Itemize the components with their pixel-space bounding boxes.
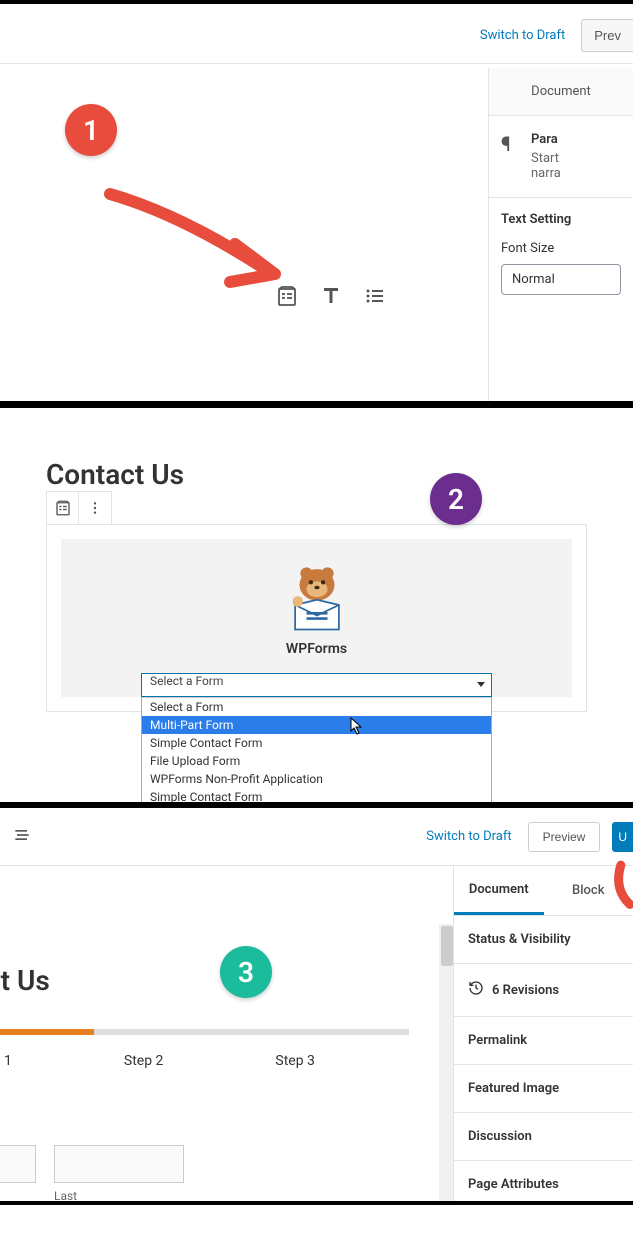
form-dropdown-list: Select a FormMulti-Part FormSimple Conta…	[141, 697, 492, 805]
progress-fill	[0, 1029, 94, 1035]
document-sidebar: Document Block Status & Visibility 6 Rev…	[453, 866, 633, 1205]
form-step-1[interactable]: 1	[4, 1053, 12, 1069]
text-block-icon[interactable]	[319, 284, 343, 308]
panel-1: Switch to Draft Prev Document ¶ Para Sta…	[0, 0, 633, 405]
chevron-down-icon	[477, 682, 485, 687]
block-sidebar: Document ¶ Para Start narra Text Setting…	[488, 68, 633, 405]
paragraph-title: Para	[531, 132, 561, 147]
switch-to-draft-link[interactable]: Switch to Draft	[480, 28, 565, 43]
dropdown-option[interactable]: Simple Contact Form	[142, 788, 491, 805]
page-title: ct Us	[0, 964, 413, 997]
name-fields: Last	[0, 1145, 413, 1203]
panel-3: Switch to Draft Preview U 3 ct Us 1 Step…	[0, 805, 633, 1205]
scrollbar-thumb[interactable]	[441, 926, 453, 966]
panel-2-inner: Contact Us	[0, 408, 633, 712]
preview-button[interactable]: Preview	[528, 822, 601, 852]
form-step-3[interactable]: Step 3	[275, 1053, 315, 1069]
editor-top-bar: Switch to Draft Preview U	[0, 808, 633, 866]
tab-document[interactable]: Document	[454, 866, 544, 915]
first-name-input[interactable]	[0, 1145, 36, 1183]
paragraph-desc-2: narra	[531, 166, 561, 181]
revisions-label: 6 Revisions	[492, 983, 559, 998]
scrollbar[interactable]	[439, 924, 453, 1205]
paragraph-info: ¶ Para Start narra	[489, 116, 633, 198]
block-navigation-icon[interactable]	[12, 825, 32, 849]
page-title: Contact Us	[46, 458, 587, 491]
step-badge-3: 3	[220, 946, 272, 998]
sidebar-permalink[interactable]: Permalink	[454, 1017, 633, 1065]
document-tab[interactable]: Document	[489, 68, 633, 116]
sidebar-page-attributes[interactable]: Page Attributes	[454, 1161, 633, 1205]
sidebar-status-visibility[interactable]: Status & Visibility	[454, 916, 633, 964]
paragraph-desc-1: Start	[531, 151, 561, 166]
top-bar-left	[12, 825, 32, 849]
step-badge-1: 1	[65, 104, 117, 156]
dropdown-option[interactable]: Select a Form	[142, 698, 491, 716]
wpforms-brand-label: WPForms	[61, 641, 572, 657]
text-settings-title: Text Setting	[501, 212, 621, 227]
text-settings-panel: Text Setting Font Size Normal	[489, 198, 633, 309]
more-options-icon[interactable]	[79, 491, 111, 525]
dropdown-option[interactable]: Multi-Part Form	[142, 716, 491, 734]
wpforms-block-body: WPForms Select a Form Select a FormMulti…	[61, 539, 572, 697]
top-bar-right: Switch to Draft Preview U	[426, 822, 633, 852]
form-select-wrap: Select a Form Select a FormMulti-Part Fo…	[141, 673, 492, 697]
sidebar-revisions[interactable]: 6 Revisions	[454, 964, 633, 1017]
sidebar-discussion[interactable]: Discussion	[454, 1113, 633, 1161]
sidebar-featured-image[interactable]: Featured Image	[454, 1065, 633, 1113]
step-badge-2: 2	[430, 473, 482, 525]
form-progress-bar	[0, 1029, 409, 1035]
last-name-label: Last	[54, 1189, 184, 1203]
last-name-input[interactable]	[54, 1145, 184, 1183]
history-icon	[468, 980, 484, 1000]
first-name-wrap	[0, 1145, 36, 1203]
annotation-arrow	[100, 154, 300, 294]
font-size-select[interactable]: Normal	[501, 264, 621, 295]
update-button[interactable]: U	[612, 822, 633, 852]
dropdown-option[interactable]: File Upload Form	[142, 752, 491, 770]
list-block-icon[interactable]	[363, 284, 387, 308]
editor-top-bar: Switch to Draft Prev	[0, 4, 633, 64]
panel-3-body: 3 ct Us 1 Step 2 Step 3 Last	[0, 866, 633, 1205]
editor-main: 3 ct Us 1 Step 2 Step 3 Last	[0, 866, 453, 1205]
switch-to-draft-link[interactable]: Switch to Draft	[426, 829, 511, 844]
form-select[interactable]: Select a Form	[141, 673, 492, 697]
block-toolbar	[46, 491, 112, 525]
form-select-value: Select a Form	[150, 674, 223, 688]
cursor-icon	[350, 717, 364, 735]
dropdown-option[interactable]: WPForms Non-Profit Application	[142, 770, 491, 788]
form-steps-row: 1 Step 2 Step 3	[0, 1053, 409, 1069]
font-size-label: Font Size	[501, 241, 621, 256]
wpforms-block-icon[interactable]	[47, 491, 79, 525]
pilcrow-icon: ¶	[501, 132, 521, 156]
preview-button[interactable]: Prev	[581, 19, 633, 52]
form-step-2[interactable]: Step 2	[124, 1053, 164, 1069]
last-name-wrap: Last	[54, 1145, 184, 1203]
panel-2: Contact Us	[0, 405, 633, 805]
dropdown-option[interactable]: Simple Contact Form	[142, 734, 491, 752]
wpforms-block-card: WPForms Select a Form Select a FormMulti…	[46, 524, 587, 712]
wpforms-mascot-icon	[282, 563, 352, 633]
paragraph-text: Para Start narra	[531, 132, 561, 181]
